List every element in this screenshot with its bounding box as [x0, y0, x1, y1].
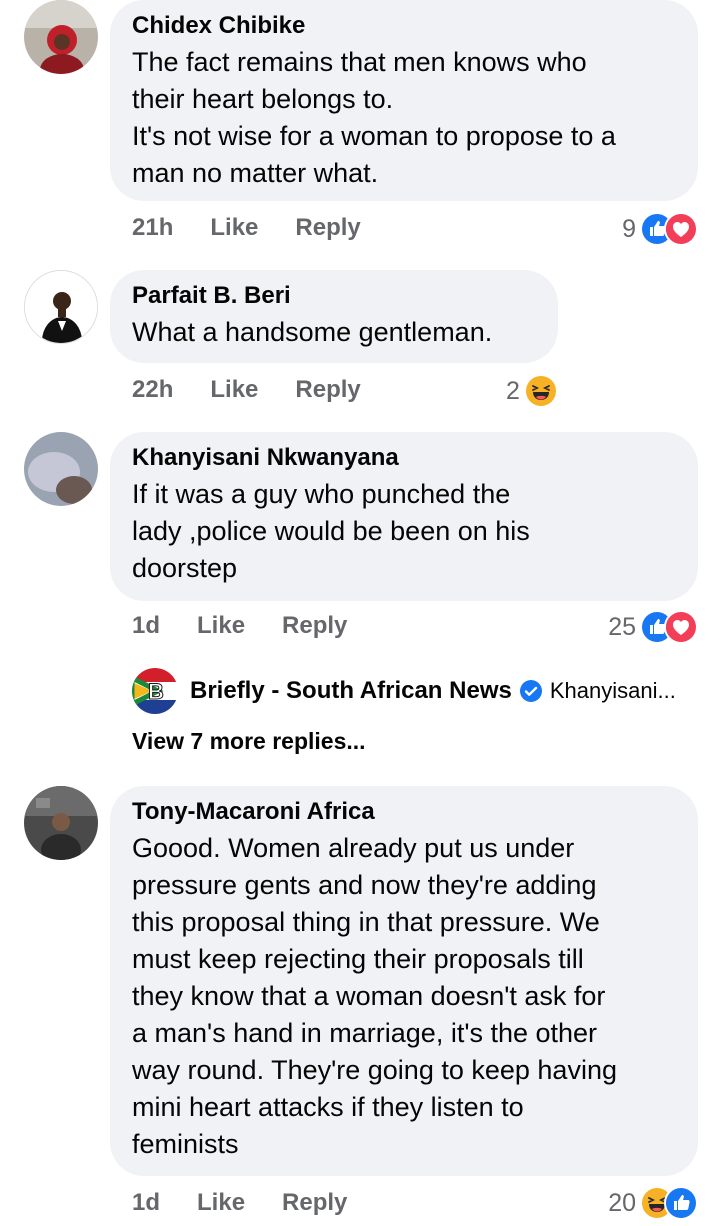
svg-text:B: B: [148, 679, 164, 704]
reply-button[interactable]: Reply: [295, 376, 360, 404]
view-more-replies-link[interactable]: View 7 more replies...: [132, 728, 366, 755]
comment-bubble: Tony-Macaroni Africa Goood. Women alread…: [110, 786, 698, 1176]
comment-author[interactable]: Tony-Macaroni Africa: [132, 798, 676, 826]
avatar[interactable]: [24, 432, 98, 506]
verified-icon: [519, 680, 542, 702]
comment-text: What a handsome gentleman.: [132, 317, 493, 347]
haha-icon: [523, 374, 558, 408]
reaction-summary[interactable]: 9: [622, 212, 698, 246]
comment-bubble: Chidex Chibike The fact remains that men…: [110, 0, 698, 201]
comment-text: Goood. Women already put us under pressu…: [132, 833, 617, 1159]
like-button[interactable]: Like: [210, 214, 258, 242]
reaction-count: 25: [608, 612, 636, 641]
avatar[interactable]: [24, 270, 98, 344]
avatar[interactable]: [24, 0, 98, 74]
love-icon: [664, 212, 698, 246]
reaction-summary[interactable]: 20: [608, 1186, 698, 1220]
page-name[interactable]: Briefly - South African News: [190, 677, 512, 705]
comment-time: 21h: [132, 214, 174, 241]
comment-author[interactable]: Khanyisani Nkwanyana: [132, 444, 676, 472]
avatar[interactable]: [24, 786, 98, 860]
comment-text: The fact remains that men knows who thei…: [132, 47, 616, 188]
like-button[interactable]: Like: [210, 376, 258, 404]
reaction-count: 20: [608, 1188, 636, 1217]
like-button[interactable]: Like: [197, 612, 245, 640]
reaction-count: 2: [506, 376, 520, 405]
like-button[interactable]: Like: [197, 1189, 245, 1217]
comment-bubble: Parfait B. Beri What a handsome gentlema…: [110, 270, 558, 363]
comment-author[interactable]: Chidex Chibike: [132, 12, 676, 40]
comment-text: If it was a guy who punched the lady ,po…: [132, 479, 530, 583]
reply-preview-text: Khanyisani...: [549, 678, 676, 703]
page-avatar[interactable]: B: [132, 668, 178, 714]
comment-actions: 21h Like Reply: [132, 214, 398, 242]
comment-time: 22h: [132, 376, 174, 403]
like-icon: [664, 1186, 698, 1220]
comment-actions: 1d Like Reply: [132, 612, 384, 640]
reaction-summary[interactable]: 25: [608, 610, 698, 644]
reaction-summary[interactable]: 2: [506, 374, 558, 408]
reply-button[interactable]: Reply: [282, 1189, 347, 1217]
reply-button[interactable]: Reply: [295, 214, 360, 242]
love-icon: [664, 610, 698, 644]
reply-button[interactable]: Reply: [282, 612, 347, 640]
comment-actions: 1d Like Reply: [132, 1189, 384, 1217]
comment-bubble: Khanyisani Nkwanyana If it was a guy who…: [110, 432, 698, 601]
comment-time: 1d: [132, 612, 161, 639]
reaction-count: 9: [622, 214, 636, 243]
reply-preview[interactable]: B Briefly - South African News Khanyisan…: [132, 668, 676, 714]
comment-author[interactable]: Parfait B. Beri: [132, 282, 536, 310]
comment-actions: 22h Like Reply: [132, 376, 398, 404]
comment-time: 1d: [132, 1189, 161, 1216]
